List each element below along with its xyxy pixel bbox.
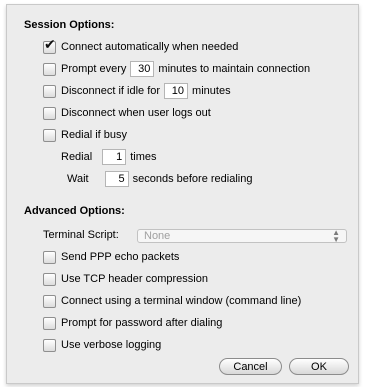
terminal-script-label: Terminal Script: (43, 229, 119, 241)
disconnect-idle-option[interactable]: Disconnect if idle for 10 minutes (43, 83, 231, 99)
terminal-window-option[interactable]: Connect using a terminal window (command… (43, 293, 301, 309)
redial-busy-option[interactable]: Redial if busy (43, 127, 127, 143)
tcp-header-compression-label: Use TCP header compression (61, 273, 208, 285)
wait-post-label: seconds before redialing (132, 173, 253, 185)
ppp-options-sheet: Session Options: Connect automatically w… (6, 4, 359, 384)
advanced-options-title: Advanced Options: (24, 205, 125, 217)
disconnect-idle-post-label: minutes (192, 85, 231, 97)
verbose-logging-checkbox[interactable] (43, 338, 56, 352)
wait-seconds-field[interactable]: 5 (104, 171, 129, 187)
checkmark-icon[interactable] (43, 37, 56, 54)
send-ppp-echo-label: Send PPP echo packets (61, 251, 180, 263)
disconnect-logout-checkbox[interactable] (43, 106, 56, 120)
disconnect-idle-pre-label: Disconnect if idle for (61, 85, 161, 97)
tcp-header-compression-option[interactable]: Use TCP header compression (43, 271, 208, 287)
redial-busy-checkbox[interactable] (43, 128, 56, 142)
verbose-logging-option[interactable]: Use verbose logging (43, 337, 161, 353)
redial-post-label: times (130, 151, 157, 163)
ok-button[interactable]: OK (289, 358, 349, 375)
prompt-every-pre-label: Prompt every (61, 63, 127, 75)
wait-seconds-row: Wait 5 seconds before redialing (67, 171, 252, 187)
prompt-password-checkbox[interactable] (43, 316, 56, 330)
connect-automatically-label: Connect automatically when needed (61, 41, 239, 53)
terminal-script-popup[interactable]: None ▲ ▼ (137, 228, 347, 244)
terminal-window-checkbox[interactable] (43, 294, 56, 308)
disconnect-idle-checkbox[interactable] (43, 84, 56, 98)
wait-pre-label: Wait (67, 173, 89, 185)
connect-automatically-option[interactable]: Connect automatically when needed (43, 37, 239, 55)
disconnect-idle-minutes-field[interactable]: 10 (164, 83, 189, 99)
disconnect-logout-label: Disconnect when user logs out (61, 107, 211, 119)
redial-busy-label: Redial if busy (61, 129, 128, 141)
send-ppp-echo-checkbox[interactable] (43, 250, 56, 264)
disconnect-logout-option[interactable]: Disconnect when user logs out (43, 105, 211, 121)
up-down-arrows-icon: ▲ ▼ (332, 228, 340, 244)
redial-pre-label: Redial (61, 151, 93, 163)
redial-count-field[interactable]: 1 (102, 149, 127, 165)
prompt-password-label: Prompt for password after dialing (61, 317, 223, 329)
cancel-button[interactable]: Cancel (219, 358, 282, 375)
terminal-window-label: Connect using a terminal window (command… (61, 295, 302, 307)
prompt-every-minutes-field[interactable]: 30 (130, 61, 155, 77)
prompt-every-option[interactable]: Prompt every 30 minutes to maintain conn… (43, 61, 310, 77)
redial-count-row: Redial 1 times (61, 149, 156, 165)
terminal-script-value: None (144, 230, 171, 242)
prompt-every-post-label: minutes to maintain connection (158, 63, 311, 75)
tcp-header-compression-checkbox[interactable] (43, 272, 56, 286)
send-ppp-echo-option[interactable]: Send PPP echo packets (43, 249, 179, 265)
session-options-title: Session Options: (24, 19, 115, 31)
prompt-password-option[interactable]: Prompt for password after dialing (43, 315, 222, 331)
verbose-logging-label: Use verbose logging (61, 339, 162, 351)
prompt-every-checkbox[interactable] (43, 62, 56, 76)
